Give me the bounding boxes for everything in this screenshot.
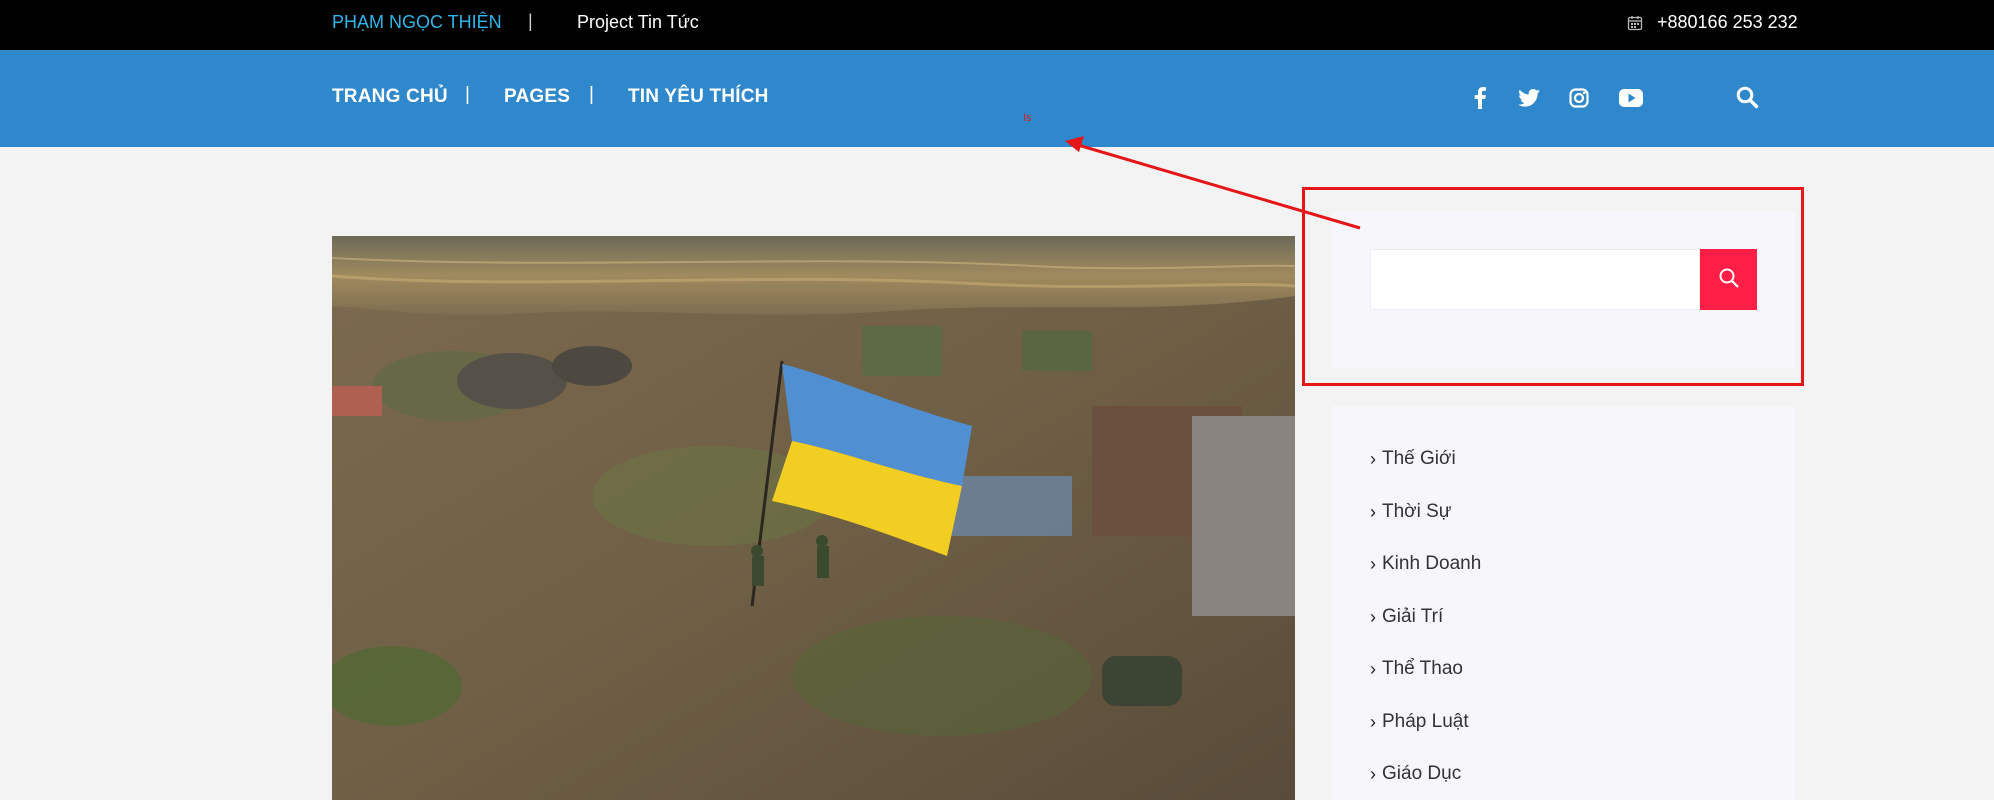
sidebar-search-button[interactable] bbox=[1700, 249, 1757, 310]
article-hero-image[interactable] bbox=[332, 236, 1295, 800]
sidebar-search-input[interactable] bbox=[1370, 249, 1700, 310]
chevron-right-icon: › bbox=[1370, 448, 1376, 469]
youtube-icon[interactable] bbox=[1618, 85, 1644, 111]
nav-separator: | bbox=[589, 84, 594, 105]
project-title: Project Tin Tức bbox=[577, 12, 699, 32]
search-icon bbox=[1718, 267, 1740, 292]
phone-info: +880166 253 232 bbox=[1627, 12, 1798, 33]
nav-item-pages[interactable]: PAGES bbox=[504, 86, 570, 108]
chevron-right-icon: › bbox=[1370, 553, 1376, 574]
topbar-separator: | bbox=[528, 11, 533, 31]
nav-item-favorites[interactable]: TIN YÊU THÍCH bbox=[628, 86, 769, 108]
nav-item-home[interactable]: TRANG CHỦ bbox=[332, 86, 448, 108]
chevron-right-icon: › bbox=[1370, 606, 1376, 627]
top-bar: PHẠM NGỌC THIỆN | Project Tin Tức +88016… bbox=[0, 0, 1994, 50]
main-nav: TRANG CHỦ | PAGES | TIN YÊU THÍCH bbox=[0, 50, 1994, 147]
chevron-right-icon: › bbox=[1370, 711, 1376, 732]
nav-separator: | bbox=[465, 84, 470, 105]
category-item[interactable]: › Giải Trí bbox=[1370, 606, 1443, 628]
instagram-icon[interactable] bbox=[1566, 85, 1592, 111]
site-brand[interactable]: PHẠM NGỌC THIỆN bbox=[332, 12, 502, 33]
chevron-right-icon: › bbox=[1370, 763, 1376, 784]
twitter-icon[interactable] bbox=[1516, 85, 1542, 111]
category-item[interactable]: › Thời Sự bbox=[1370, 501, 1452, 523]
phone-number: +880166 253 232 bbox=[1657, 12, 1798, 32]
category-item[interactable]: › Kinh Doanh bbox=[1370, 553, 1481, 575]
category-item[interactable]: › Thể Thao bbox=[1370, 658, 1463, 680]
chevron-right-icon: › bbox=[1370, 501, 1376, 522]
category-item[interactable]: › Pháp Luật bbox=[1370, 711, 1469, 733]
annotation-mark: Is bbox=[1023, 112, 1032, 124]
calendar-icon bbox=[1627, 15, 1643, 31]
chevron-right-icon: › bbox=[1370, 658, 1376, 679]
category-item[interactable]: › Thế Giới bbox=[1370, 448, 1456, 470]
category-item[interactable]: › Giáo Dục bbox=[1370, 763, 1461, 785]
facebook-icon[interactable] bbox=[1467, 85, 1493, 111]
search-icon[interactable] bbox=[1735, 85, 1761, 111]
